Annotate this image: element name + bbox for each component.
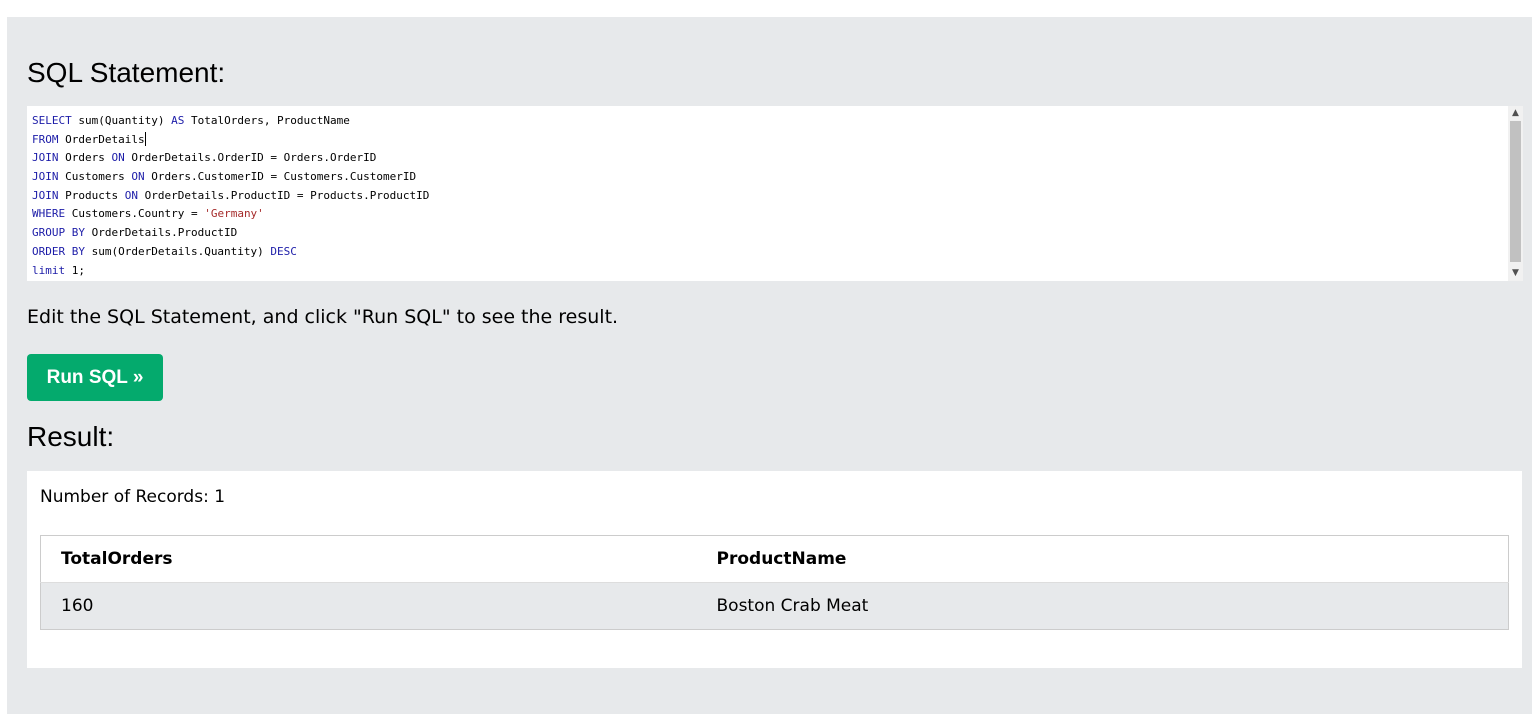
code-line[interactable]: WHERE Customers.Country = 'Germany' (32, 205, 429, 224)
code-line[interactable]: limit 1; (32, 262, 429, 281)
table-header-row: TotalOrders ProductName (40, 535, 1509, 583)
sql-keyword: JOIN (32, 188, 59, 202)
code-line[interactable]: ORDER BY sum(OrderDetails.Quantity) DESC (32, 243, 429, 262)
sql-text: OrderDetails (58, 132, 145, 146)
code-line[interactable]: JOIN Products ON OrderDetails.ProductID … (32, 187, 429, 206)
sql-text: TotalOrders, ProductName (184, 114, 350, 127)
result-heading: Result: (27, 421, 115, 452)
sql-text: 1; (65, 263, 85, 277)
record-count: Number of Records: 1 (40, 487, 226, 507)
sql-editor[interactable]: SELECT sum(Quantity) AS TotalOrders, Pro… (27, 106, 1523, 281)
sql-text: OrderDetails.ProductID = Products.Produc… (137, 188, 430, 202)
sql-keyword: limit (32, 263, 66, 277)
table-cell-totalorders: 160 (40, 582, 697, 630)
sql-keyword: JOIN (32, 151, 59, 165)
result-table: TotalOrders ProductName 160 Boston Crab … (40, 535, 1509, 630)
editor-scrollbar[interactable]: ▲ ▼ (1508, 106, 1523, 281)
sql-keyword: ON (131, 170, 145, 184)
sql-statement-heading: SQL Statement: (27, 57, 226, 88)
instruction-text: Edit the SQL Statement, and click "Run S… (27, 306, 619, 328)
sql-string: 'Germany' (204, 207, 264, 221)
code-line[interactable]: JOIN Orders ON OrderDetails.OrderID = Or… (32, 149, 429, 168)
run-sql-button[interactable]: Run SQL » (27, 354, 163, 401)
sql-text: sum(OrderDetails.Quantity) (84, 244, 271, 258)
code-line[interactable]: GROUP BY OrderDetails.ProductID (32, 224, 429, 243)
code-line[interactable]: JOIN Customers ON Orders.CustomerID = Cu… (32, 168, 429, 187)
sql-keyword: ORDER BY (32, 244, 85, 258)
code-line[interactable]: SELECT sum(Quantity) AS TotalOrders, Pro… (32, 112, 429, 131)
sql-text: Customers (58, 170, 132, 184)
scrollbar-thumb[interactable] (1510, 121, 1521, 262)
result-box: Number of Records: 1 TotalOrders Product… (27, 471, 1522, 668)
sql-keyword: GROUP BY (32, 226, 85, 240)
code-line[interactable]: FROM OrderDetails (32, 131, 429, 150)
table-cell-productname: Boston Crab Meat (696, 582, 1509, 630)
column-header-totalorders: TotalOrders (40, 535, 697, 583)
sql-keyword: JOIN (32, 170, 59, 184)
sql-keyword: ON (111, 151, 125, 165)
sql-keyword: SELECT (32, 114, 72, 127)
sql-text: Orders.CustomerID = Customers.CustomerID (144, 170, 417, 184)
sql-keyword: AS (171, 114, 185, 127)
sql-tryit-panel: SQL Statement: SELECT sum(Quantity) AS T… (7, 17, 1532, 714)
sql-keyword: ON (124, 188, 138, 202)
sql-text: Customers.Country = (65, 207, 205, 221)
sql-text: sum(Quantity) (71, 114, 172, 127)
sql-code[interactable]: SELECT sum(Quantity) AS TotalOrders, Pro… (32, 112, 429, 280)
table-row: 160 Boston Crab Meat (40, 582, 1509, 630)
chevron-up-icon[interactable]: ▲ (1508, 106, 1523, 121)
sql-keyword: DESC (270, 244, 297, 258)
sql-keyword: FROM (32, 132, 59, 146)
sql-keyword: WHERE (32, 207, 66, 221)
sql-text: Orders (58, 151, 112, 165)
chevron-down-icon[interactable]: ▼ (1508, 266, 1523, 281)
column-header-productname: ProductName (696, 535, 1509, 583)
sql-text: OrderDetails.OrderID = Orders.OrderID (124, 151, 377, 165)
sql-text: OrderDetails.ProductID (84, 226, 238, 240)
text-cursor (144, 131, 146, 146)
sql-text: Products (58, 188, 125, 202)
